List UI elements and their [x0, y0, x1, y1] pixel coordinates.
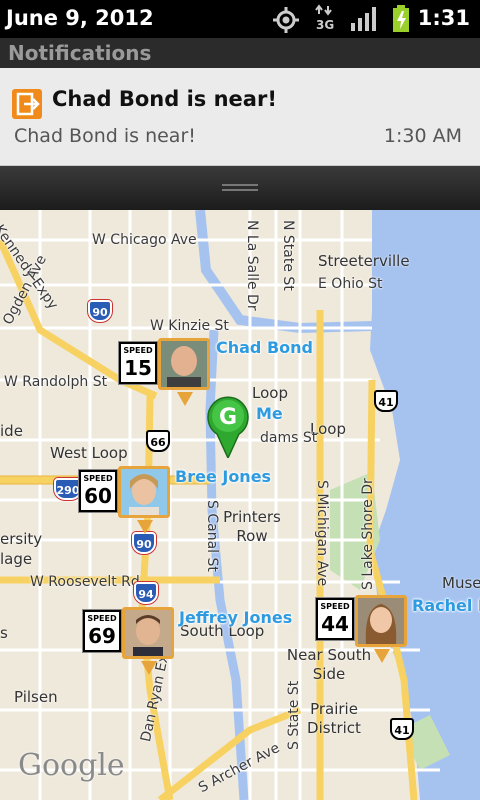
speed-caption: SPEED [123, 346, 153, 355]
highway-shield: 90 [132, 532, 156, 554]
map-view[interactable]: W Chicago Ave Kennedy Expy N La Salle Dr… [0, 210, 480, 800]
highway-shield: 290 [54, 478, 82, 500]
speed-sign: SPEED 15 [118, 341, 158, 385]
speed-sign: SPEED 44 [315, 597, 355, 641]
area-label: Streeterville [318, 252, 410, 270]
speed-caption: SPEED [320, 602, 350, 611]
area-label: Pilsen [14, 688, 58, 706]
battery-charging-icon [392, 5, 410, 37]
avatar [118, 466, 170, 518]
network-3g-icon: 3G [314, 4, 336, 34]
street-label: E Ohio St [318, 276, 383, 292]
notifications-header: Notifications [0, 38, 480, 68]
speed-value: 15 [124, 356, 152, 380]
area-label: Printers Row [223, 508, 281, 545]
speed-value: 69 [88, 624, 116, 648]
user-name: Rachel B [412, 596, 480, 615]
street-label: dams St [260, 430, 318, 446]
avatar [158, 338, 210, 390]
marker-pin-icon [374, 649, 390, 663]
area-label: West Loop [50, 444, 128, 462]
user-name: Me [256, 404, 283, 423]
notification-title: Chad Bond is near! [52, 87, 277, 111]
speed-caption: SPEED [83, 474, 113, 483]
area-label: Prairie District [307, 700, 361, 737]
map-canvas [0, 210, 480, 800]
street-label: W Kinzie St [150, 318, 229, 334]
highway-shield: 41 [374, 390, 398, 412]
highway-shield: 94 [134, 582, 158, 604]
notification-item[interactable]: Chad Bond is near! Chad Bond is near! 1:… [0, 68, 480, 166]
notifications-title: Notifications [8, 41, 152, 65]
marker-pin-icon [141, 661, 157, 675]
status-date: June 9, 2012 [6, 6, 154, 30]
status-bar: June 9, 2012 3G 1:31 [0, 0, 480, 38]
street-label: S Canal St [204, 500, 220, 572]
user-name: Bree Jones [175, 467, 272, 486]
highway-shield: 90 [88, 300, 112, 322]
area-label: Near South Side [286, 646, 372, 683]
svg-text:3G: 3G [316, 18, 334, 32]
speed-sign: SPEED 60 [78, 469, 118, 513]
area-label: Loop [252, 384, 288, 402]
drag-grip-icon [222, 184, 258, 191]
shade-drag-handle[interactable] [0, 166, 480, 210]
area-label: ide [0, 422, 23, 440]
gps-icon [272, 6, 300, 38]
marker-pin-icon [177, 392, 193, 406]
area-label: ersity [0, 530, 43, 548]
status-time: 1:31 [417, 6, 470, 30]
signal-icon [351, 7, 377, 35]
street-label: W Chicago Ave [92, 232, 197, 248]
street-label: S Lake Shore Dr [360, 478, 376, 590]
google-logo: Google [18, 748, 125, 783]
speed-sign: SPEED 69 [82, 609, 122, 653]
street-label: S Michigan Ave [314, 480, 330, 587]
speed-caption: SPEED [87, 614, 117, 623]
avatar [122, 607, 174, 659]
highway-shield: 66 [146, 430, 170, 452]
street-label: W Randolph St [4, 374, 108, 390]
notification-time: 1:30 AM [383, 125, 462, 147]
svg-text:G: G [219, 405, 237, 430]
exit-door-icon [12, 89, 42, 119]
notification-body: Chad Bond is near! [14, 125, 196, 147]
my-location-icon: G [207, 396, 249, 458]
speed-value: 44 [321, 612, 349, 636]
street-label: N State St [280, 220, 296, 291]
street-label: N La Salle Dr [244, 220, 260, 311]
area-label: lage [0, 550, 33, 568]
user-name: Jeffrey Jones [179, 608, 293, 627]
highway-shield: 41 [390, 718, 414, 740]
user-name: Chad Bond [216, 338, 313, 357]
avatar [355, 595, 407, 647]
speed-value: 60 [84, 484, 112, 508]
street-label: W Roosevelt Rd [30, 574, 140, 590]
area-label: s [0, 624, 8, 642]
area-label: Museum [442, 574, 480, 592]
street-label: S State St [286, 680, 302, 750]
marker-pin-icon [137, 520, 153, 534]
